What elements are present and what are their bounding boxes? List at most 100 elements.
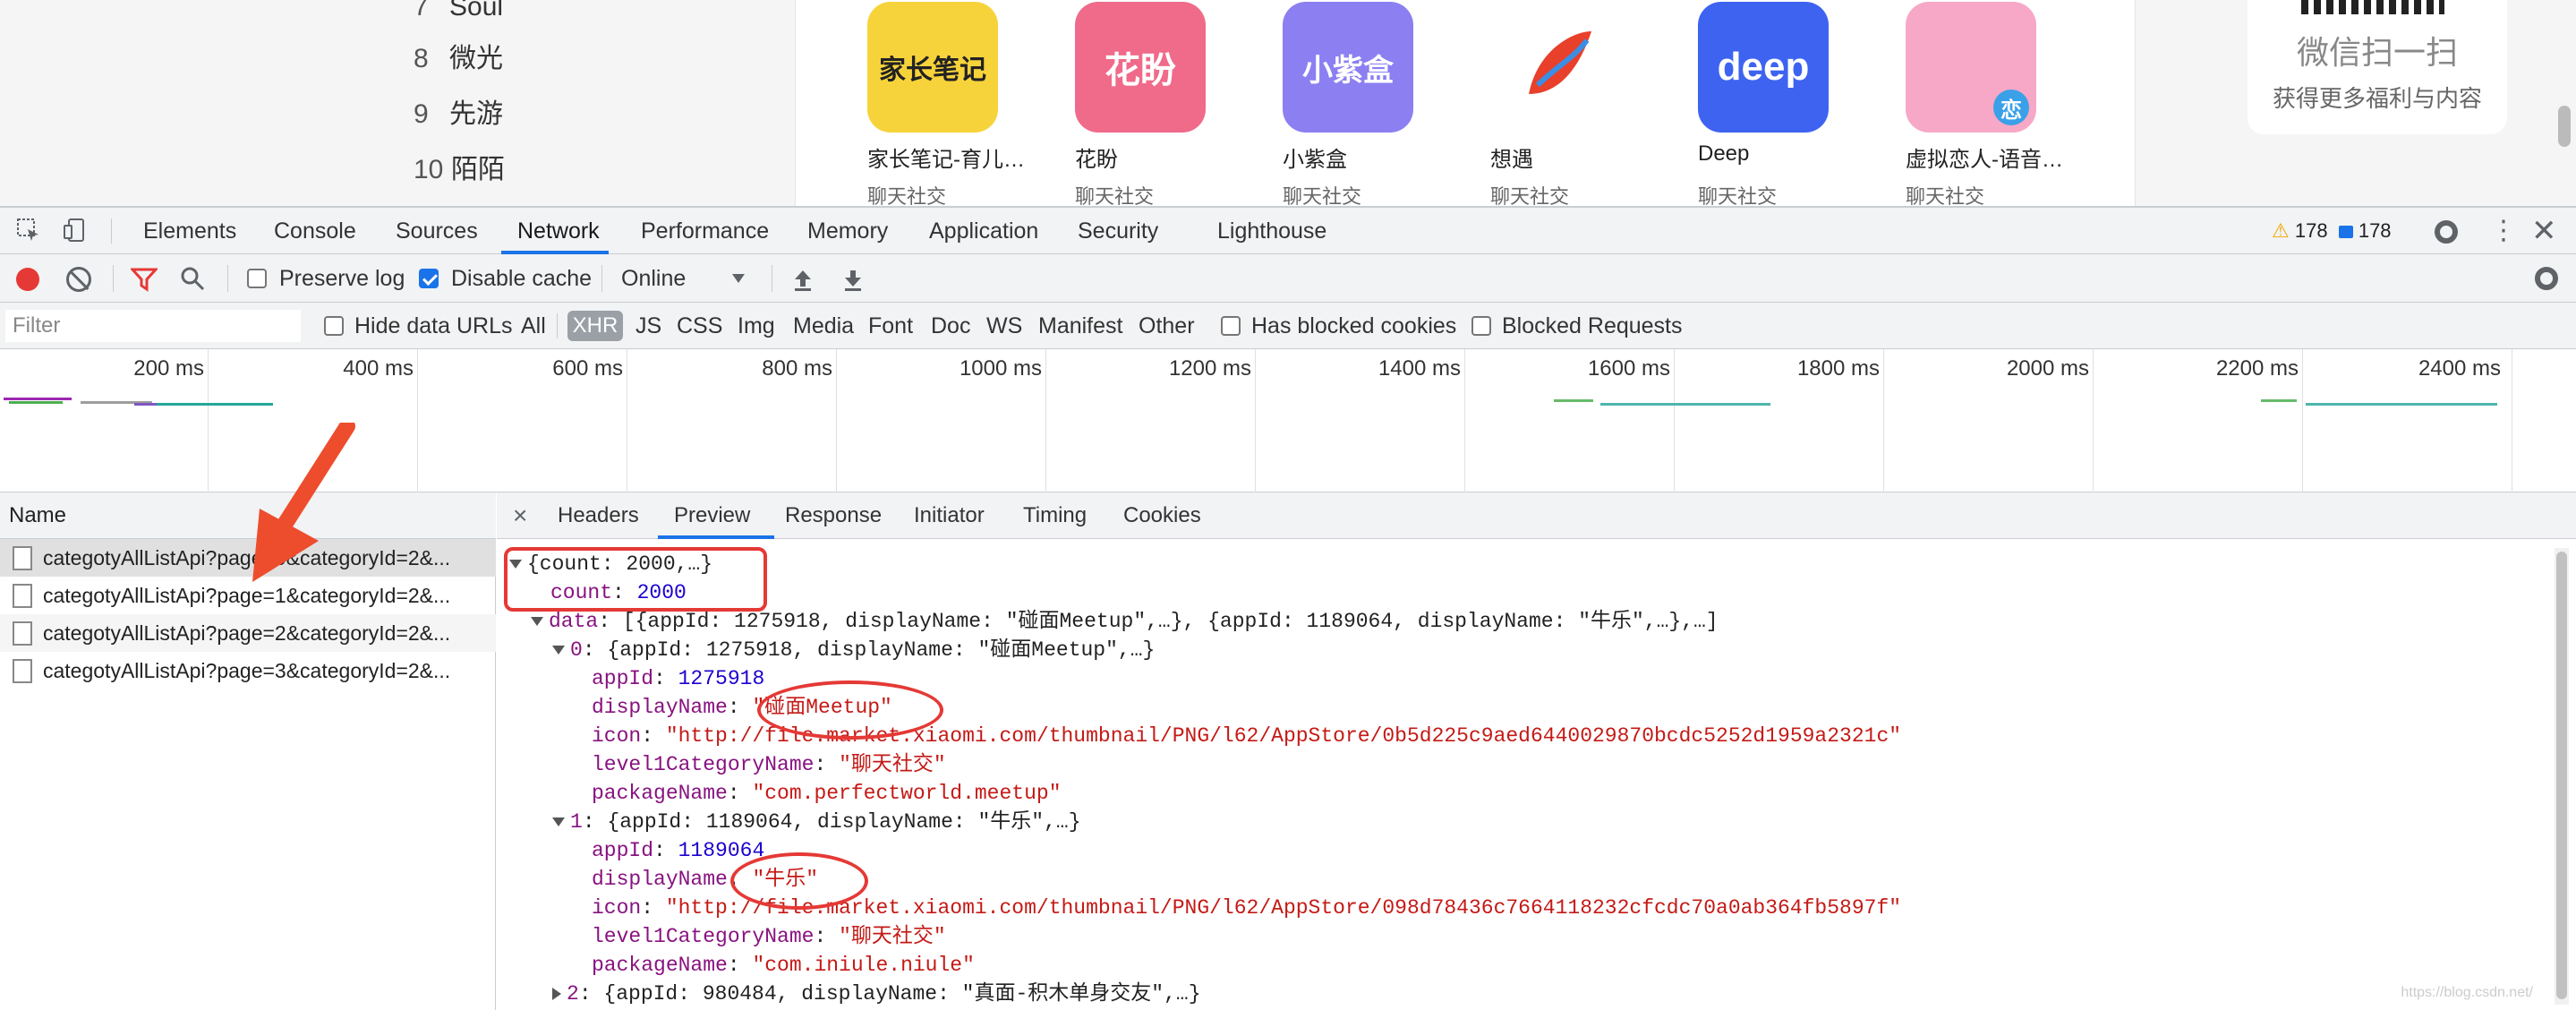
json-summary: {appId: 1275918, displayName: "碰面Meetup"… [607,638,1156,662]
timeline-tick-label: 1600 ms [1587,356,1670,381]
filter-type-js[interactable]: JS [635,303,661,349]
json-item-1[interactable]: 1: {appId: 1189064, displayName: "牛乐",…} [552,808,1081,836]
import-har-icon[interactable] [791,267,815,298]
close-detail-icon[interactable]: × [513,492,527,539]
request-row[interactable]: categotyAllListApi?page=3&categoryId=2&.… [0,652,496,689]
tab-network[interactable]: Network [517,208,600,254]
rank-number: 9 [414,99,429,129]
blocked-requests-label: Blocked Requests [1502,313,1683,338]
rank-item[interactable]: 9 先游 [414,95,503,134]
toolbar-divider [601,265,602,292]
app-tile[interactable]: 恋 虚拟恋人-语音… 聊天社交 [1834,0,2063,206]
tab-lighthouse[interactable]: Lighthouse [1217,208,1326,254]
clear-icon[interactable] [66,267,91,292]
filter-type-xhr[interactable]: XHR [567,311,623,341]
qr-panel: 微信扫一扫 获得更多福利与内容 [2136,0,2576,206]
chevron-down-icon[interactable] [732,274,745,283]
app-tile[interactable]: 家长笔记 家长笔记-育儿… 聊天社交 [796,0,1025,206]
app-category: 聊天社交 [867,185,947,206]
app-icon-text: 小紫盒 [1302,53,1394,88]
filter-type-img[interactable]: Img [738,303,775,349]
app-name: 家长笔记-育儿… [867,148,1025,172]
app-name: Deep [1698,141,1750,166]
network-settings-gear-icon[interactable] [2535,267,2558,290]
tab-preview[interactable]: Preview [674,492,750,539]
app-tile[interactable]: 花盼 花盼 聊天社交 [1003,0,1206,206]
request-row[interactable]: categotyAllListApi?page=2&categoryId=2&.… [0,614,496,652]
qr-title: 微信扫一扫 [2296,34,2458,71]
tab-performance[interactable]: Performance [641,208,769,254]
json-item-2[interactable]: 2: {appId: 980484, displayName: "真面-积木单身… [552,980,1201,1008]
tab-elements[interactable]: Elements [143,208,236,254]
hide-data-urls-checkbox[interactable] [324,316,344,336]
filter-type-ws[interactable]: WS [986,303,1022,349]
disable-cache-checkbox[interactable] [419,269,439,288]
preserve-log-checkbox[interactable] [247,269,267,288]
app-icon [1490,2,1621,133]
json-summary: {appId: 980484, displayName: "真面-积木单身交友"… [603,982,1201,1006]
scrollbar-thumb[interactable] [2556,552,2567,999]
json-prop: level1CategoryName: "聊天社交" [592,925,946,948]
tab-timing[interactable]: Timing [1023,492,1087,539]
page-scrollbar[interactable] [2558,106,2571,147]
settings-gear-icon[interactable] [2435,220,2458,244]
preview-scrollbar[interactable] [2555,548,2569,1005]
request-detail-panel: × Headers Preview Response Initiator Tim… [497,492,2576,1010]
filter-type-other[interactable]: Other [1139,303,1195,349]
json-prop: appId: 1189064 [592,839,765,862]
app-tile[interactable]: 想遇 聊天社交 [1419,0,1621,206]
timeline-tick-label: 800 ms [762,356,832,381]
filter-type-css[interactable]: CSS [677,303,722,349]
tab-security[interactable]: Security [1078,208,1158,254]
tab-cookies[interactable]: Cookies [1123,492,1201,539]
qr-subtitle: 获得更多福利与内容 [2272,85,2482,112]
warning-icon: ⚠ [2272,219,2290,242]
filter-type-media[interactable]: Media [793,303,854,349]
app-icon: 花盼 [1075,2,1206,133]
filter-input[interactable] [5,310,301,342]
app-name: 想遇 [1490,148,1533,172]
tab-application[interactable]: Application [929,208,1038,254]
more-options-icon[interactable]: ⋮ [2490,213,2517,249]
app-icon-text: 花盼 [1105,51,1176,90]
qr-code-icon [2301,0,2444,14]
filter-type-font[interactable]: Font [868,303,913,349]
rank-number: 7 [414,0,429,21]
tab-response[interactable]: Response [785,492,882,539]
filter-type-manifest[interactable]: Manifest [1038,303,1122,349]
app-tile[interactable]: 小紫盒 小紫盒 聊天社交 [1211,0,1413,206]
tab-headers[interactable]: Headers [558,492,639,539]
tab-memory[interactable]: Memory [807,208,888,254]
json-item-0[interactable]: 0: {appId: 1275918, displayName: "碰面Meet… [552,636,1155,664]
filter-type-all[interactable]: All [521,303,546,349]
disable-cache-label: Disable cache [451,266,593,291]
rank-item[interactable]: 10 陌陌 [414,150,505,190]
app-category: 聊天社交 [1075,185,1155,206]
json-preview[interactable]: {count: 2000,…} count: 2000 data: [{appI… [497,539,2555,1010]
rank-item[interactable]: 8 微光 [414,39,503,79]
app-tile[interactable]: deep Deep 聊天社交 [1626,0,1829,206]
network-overview[interactable]: 200 ms 400 ms 600 ms 800 ms 1000 ms 1200… [0,349,2576,492]
inspect-element-icon[interactable] [14,217,43,245]
search-icon[interactable] [179,265,206,298]
timeline-tick-label: 1200 ms [1168,356,1251,381]
tab-sources[interactable]: Sources [396,208,478,254]
device-toolbar-icon[interactable] [61,217,90,245]
rank-item[interactable]: 7 Soul [414,0,503,27]
tab-initiator[interactable]: Initiator [914,492,985,539]
throttle-select[interactable]: Online [621,254,686,303]
blocked-requests-checkbox[interactable] [1471,316,1491,336]
annotation-ellipse [730,852,868,910]
app-icon-text: deep [1717,45,1810,89]
export-har-icon[interactable] [841,267,865,298]
fish-logo-icon [1529,31,1591,94]
issue-counters[interactable]: ⚠ 178 178 [2272,208,2392,254]
tab-console[interactable]: Console [274,208,356,254]
filter-funnel-icon[interactable] [129,267,159,298]
filter-type-doc[interactable]: Doc [931,303,970,349]
record-button[interactable] [16,268,39,291]
has-blocked-cookies-checkbox[interactable] [1221,316,1241,336]
json-number: 1189064 [678,839,765,862]
message-count: 178 [2358,219,2392,242]
close-devtools-icon[interactable]: ✕ [2531,211,2557,251]
